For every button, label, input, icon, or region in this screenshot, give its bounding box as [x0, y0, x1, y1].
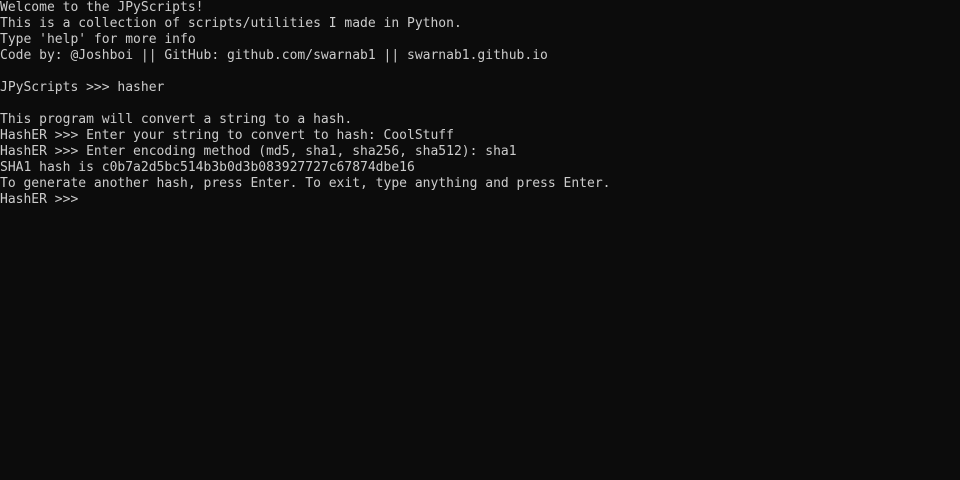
terminal-window[interactable]: Welcome to the JPyScripts! This is a col… [0, 0, 960, 480]
command-input[interactable] [86, 192, 960, 208]
active-prompt: HashER >>> [0, 192, 87, 207]
banner-help-hint: Type 'help' for more info [0, 32, 196, 47]
banner-credits: Code by: @Joshboi || GitHub: github.com/… [0, 48, 548, 63]
program-description: This program will convert a string to a … [0, 112, 353, 127]
instructions-line: To generate another hash, press Enter. T… [0, 176, 611, 191]
encoding-input-line: HashER >>> Enter encoding method (md5, s… [0, 144, 517, 159]
command-line-hasher: JPyScripts >>> hasher [0, 80, 165, 95]
active-prompt-row[interactable]: HashER >>> [0, 192, 960, 208]
banner-welcome: Welcome to the JPyScripts! [0, 0, 204, 15]
banner-description: This is a collection of scripts/utilitie… [0, 16, 462, 31]
hash-output-line: SHA1 hash is c0b7a2d5bc514b3b0d3b0839277… [0, 160, 415, 175]
string-input-line: HashER >>> Enter your string to convert … [0, 128, 454, 143]
